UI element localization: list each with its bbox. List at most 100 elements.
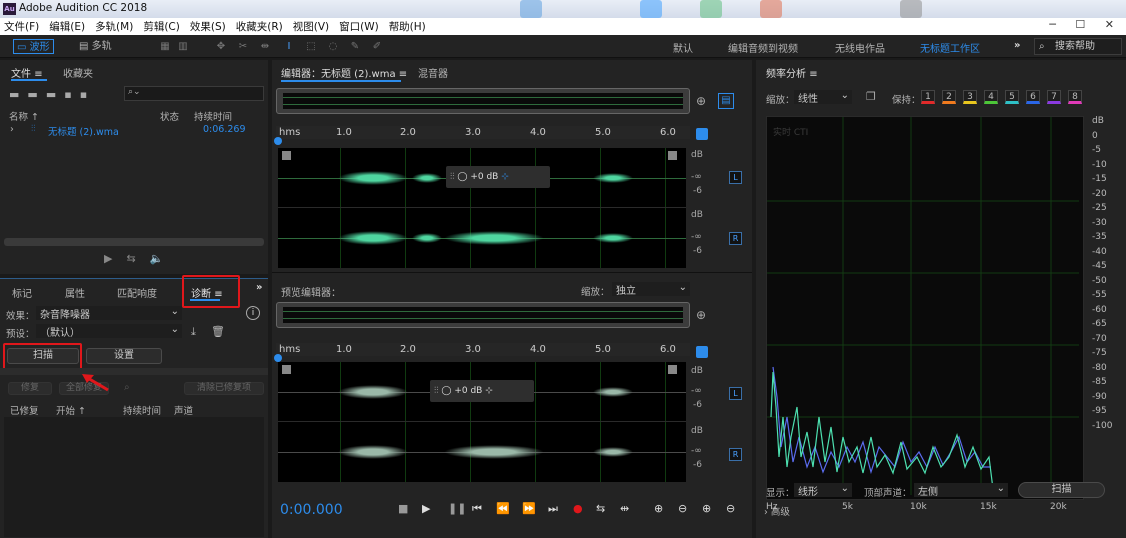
marquee-tool-icon[interactable]: ⬚ — [304, 40, 318, 53]
waveform-mode-button[interactable]: ▭ 波形 — [13, 39, 54, 54]
col-channel[interactable]: 声道 — [174, 403, 193, 417]
tab-match-loudness[interactable]: 匹配响度 — [117, 285, 157, 300]
menu-help[interactable]: 帮助(H) — [389, 19, 426, 34]
right-channel-toggle[interactable]: R — [729, 448, 742, 461]
pin-icon[interactable]: ⊹ — [501, 172, 509, 182]
save-preset-icon[interactable]: ⤓ — [191, 325, 196, 339]
go-to-end-icon[interactable]: ⏭ — [548, 502, 558, 516]
close-icon[interactable]: ▪ — [80, 88, 95, 101]
more-workspaces-icon[interactable]: » — [1014, 40, 1020, 51]
pin-icon[interactable]: ⊹ — [485, 386, 493, 396]
workspace-untitled[interactable]: 无标题工作区 — [920, 40, 980, 55]
copy-icon[interactable]: ❐ — [866, 90, 876, 103]
col-status[interactable]: 状态 — [160, 109, 179, 123]
left-channel-toggle[interactable]: L — [729, 387, 742, 400]
tab-favorites[interactable]: 收藏夹 — [63, 65, 93, 80]
hold-slot-3[interactable]: 3 — [963, 90, 977, 104]
menu-view[interactable]: 视图(V) — [293, 19, 329, 34]
zoom-in-amplitude-icon[interactable]: ⊕ — [654, 502, 663, 515]
preview-time-ruler[interactable]: hms 1.0 2.0 3.0 4.0 5.0 6.0 — [276, 343, 690, 356]
left-channel-toggle[interactable]: L — [729, 171, 742, 184]
file-search-input[interactable]: ⌕⌄ — [124, 86, 264, 101]
tab-markers[interactable]: 标记 — [12, 285, 32, 300]
horizontal-scrollbar[interactable] — [4, 238, 264, 246]
menu-window[interactable]: 窗口(W) — [339, 19, 379, 34]
workspace-edit-audio-to-video[interactable]: 编辑音频到视频 — [728, 40, 798, 55]
brush-tool-icon[interactable]: ✎ — [348, 40, 362, 53]
zoom-out-amplitude-icon[interactable]: ⊖ — [678, 502, 687, 515]
tab-frequency-analysis[interactable]: 频率分析 ≡ — [766, 65, 818, 80]
right-channel-toggle[interactable]: R — [729, 232, 742, 245]
menu-favorites[interactable]: 收藏夹(R) — [236, 19, 283, 34]
new-file-icon[interactable]: ▬ — [46, 88, 64, 101]
playhead-handle[interactable] — [274, 137, 282, 145]
snap-icon[interactable] — [696, 346, 708, 358]
volume-hud[interactable]: ⫶⫶ ◯ +0 dB ⊹ — [446, 166, 550, 188]
play-icon[interactable]: ▶ — [104, 252, 126, 265]
hold-slot-1[interactable]: 1 — [921, 90, 935, 104]
razor-tool-icon[interactable]: ✂ — [236, 40, 250, 53]
record-icon[interactable]: ● — [573, 502, 583, 515]
loop-icon[interactable]: ⇆ — [126, 252, 149, 265]
zoom-select[interactable]: 独立 ⌄ — [612, 282, 690, 297]
col-duration[interactable]: 持续时间 — [123, 403, 161, 417]
clear-repaired-button[interactable]: 清除已修复项 — [184, 382, 264, 395]
tab-diagnostics[interactable]: 诊断 ≡ — [191, 285, 223, 300]
top-channel-select[interactable]: 左侧 ⌄ — [914, 483, 1008, 498]
panel-menu-icon[interactable]: ≡ — [399, 69, 407, 80]
preview-overview-bar[interactable] — [276, 302, 690, 328]
menu-multitrack[interactable]: 多轨(M) — [95, 19, 133, 34]
col-start[interactable]: 开始 ↑ — [56, 403, 86, 417]
preview-waveform-display[interactable]: ⫶⫶ ◯ +0 dB ⊹ — [278, 362, 686, 482]
freq-zoom-select[interactable]: 线性 ⌄ — [794, 90, 852, 105]
skip-selection-icon[interactable]: ⇹ — [620, 502, 629, 515]
freq-scan-button[interactable]: 扫描 — [1018, 482, 1105, 498]
volume-knob-icon[interactable]: ◯ — [441, 386, 451, 396]
menu-effects[interactable]: 效果(S) — [190, 19, 226, 34]
frequency-plot[interactable]: 实时 CTI — [766, 116, 1084, 500]
import-icon[interactable]: ▬ — [27, 88, 45, 101]
spectral-display-icon[interactable]: ▦ — [158, 40, 172, 53]
workspace-default[interactable]: 默认 — [673, 40, 693, 55]
snap-icon[interactable] — [696, 128, 708, 140]
zoom-icon[interactable]: ⌕ — [124, 382, 130, 393]
time-ruler[interactable]: hms 1.0 2.0 3.0 4.0 5.0 6.0 — [276, 126, 690, 139]
col-duration[interactable]: 持续时间 — [194, 109, 232, 123]
col-repaired[interactable]: 已修复 — [10, 403, 39, 417]
fade-in-handle-icon[interactable] — [282, 151, 291, 160]
current-time[interactable]: 0:00.000 — [280, 502, 343, 518]
menu-file[interactable]: 文件(F) — [4, 19, 39, 34]
delete-preset-icon[interactable]: 🗑 — [211, 325, 225, 338]
tab-properties[interactable]: 属性 — [65, 285, 85, 300]
hold-slot-6[interactable]: 6 — [1026, 90, 1040, 104]
hold-slot-8[interactable]: 8 — [1068, 90, 1082, 104]
slip-tool-icon[interactable]: ⇹ — [258, 40, 272, 53]
volume-knob-icon[interactable]: ◯ — [457, 172, 467, 182]
multitrack-mode-button[interactable]: ▤ 多轨 — [76, 39, 115, 54]
zoom-to-fit-icon[interactable]: ⊕ — [696, 94, 706, 108]
play-icon[interactable]: ▶ — [422, 502, 430, 515]
tab-files[interactable]: 文件 ≡ — [11, 65, 43, 80]
zoom-in-time-icon[interactable]: ⊕ — [702, 502, 711, 515]
menu-clip[interactable]: 剪辑(C) — [143, 19, 180, 34]
preview-editor-tab[interactable]: 预览编辑器： — [281, 284, 341, 299]
overview-bar[interactable] — [276, 88, 690, 114]
fast-forward-icon[interactable]: ⏩ — [522, 502, 536, 515]
menu-edit[interactable]: 编辑(E) — [49, 19, 85, 34]
lasso-tool-icon[interactable]: ◌ — [326, 40, 340, 53]
window-controls[interactable]: ─ ☐ ✕ — [1049, 18, 1122, 31]
hold-slot-7[interactable]: 7 — [1047, 90, 1061, 104]
stop-icon[interactable]: ■ — [398, 502, 408, 515]
spot-healing-tool-icon[interactable]: ✐ — [370, 40, 384, 53]
playhead-handle[interactable] — [274, 354, 282, 362]
fade-out-handle-icon[interactable] — [668, 151, 677, 160]
volume-hud[interactable]: ⫶⫶ ◯ +0 dB ⊹ — [430, 380, 534, 402]
col-name[interactable]: 名称 ↑ — [9, 109, 39, 123]
hold-slot-5[interactable]: 5 — [1005, 90, 1019, 104]
insert-icon[interactable]: ▪ — [64, 88, 79, 101]
results-list[interactable] — [4, 417, 264, 537]
volume-icon[interactable]: 🔈 — [150, 252, 178, 265]
rewind-icon[interactable]: ⏪ — [496, 502, 510, 515]
expand-chevron-icon[interactable]: › — [10, 124, 14, 135]
repair-button[interactable]: 修复 — [8, 382, 52, 395]
